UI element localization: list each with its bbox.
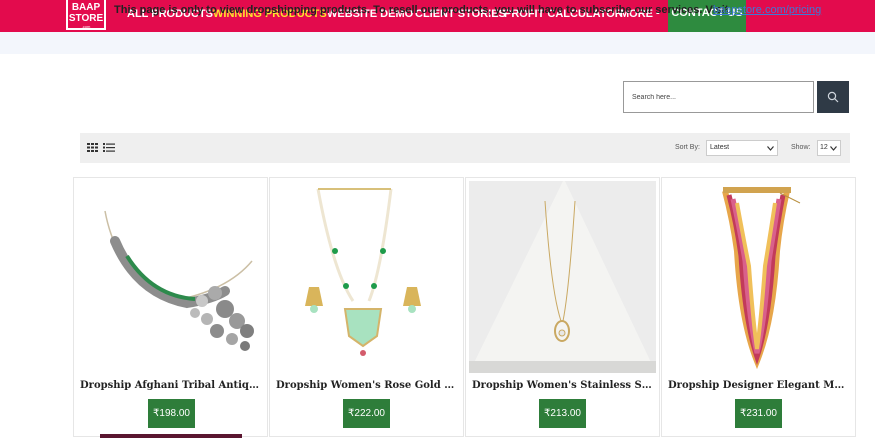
search-button[interactable] [817,81,849,113]
sort-by-select[interactable]: Latest [706,140,778,156]
product-image[interactable] [469,181,656,373]
product-image[interactable] [665,181,852,373]
list-view-icon[interactable] [103,143,115,152]
show-label: Show: [791,144,811,151]
product-title[interactable]: Dropship Afghani Tribal Antique ... [80,380,263,391]
search-input[interactable] [623,81,814,113]
show-count-value: 12 [820,144,828,151]
logo-line-2: STORE [68,13,104,24]
notice-text: This page is only to view dropshipping p… [114,4,732,16]
price-badge: ₹222.00 [343,399,390,428]
necklace-image [469,181,656,373]
product-title[interactable]: Dropship Designer Elegant Multi L... [668,380,851,391]
price-badge: ₹198.00 [148,399,195,428]
necklace-image [273,181,460,373]
necklace-image [665,181,852,373]
sort-by-value: Latest [710,144,730,151]
price-badge: ₹213.00 [539,399,586,428]
product-card[interactable]: Dropship Women's Rose Gold Plate... ₹222… [269,177,464,437]
product-image[interactable] [273,181,460,373]
price-badge: ₹231.00 [735,399,782,428]
logo-line-1: BAAP [71,2,101,13]
pricing-link[interactable]: baapstore.com/pricing [713,4,821,16]
product-card[interactable]: Dropship Afghani Tribal Antique ... ₹198… [73,177,268,437]
chevron-down-icon [830,146,837,151]
baapstore-logo[interactable]: BAAP STORE .com [66,0,106,30]
sort-by-label: Sort By: [675,144,700,151]
product-title[interactable]: Dropship Women's Stainless Steel ... [472,380,655,391]
product-image[interactable] [77,181,264,373]
notice-bar [0,32,875,54]
grid-view-icon[interactable] [87,143,98,152]
search-icon [827,91,839,103]
chevron-down-icon [767,146,774,151]
show-count-select[interactable]: 12 [817,140,841,156]
product-title[interactable]: Dropship Women's Rose Gold Plate... [276,380,459,391]
product-card[interactable]: Dropship Women's Stainless Steel ... ₹21… [465,177,660,437]
logo-tm: .com [81,24,91,29]
next-row-image-peek [100,434,242,438]
necklace-image [77,181,264,373]
product-card[interactable]: Dropship Designer Elegant Multi L... ₹23… [661,177,856,437]
